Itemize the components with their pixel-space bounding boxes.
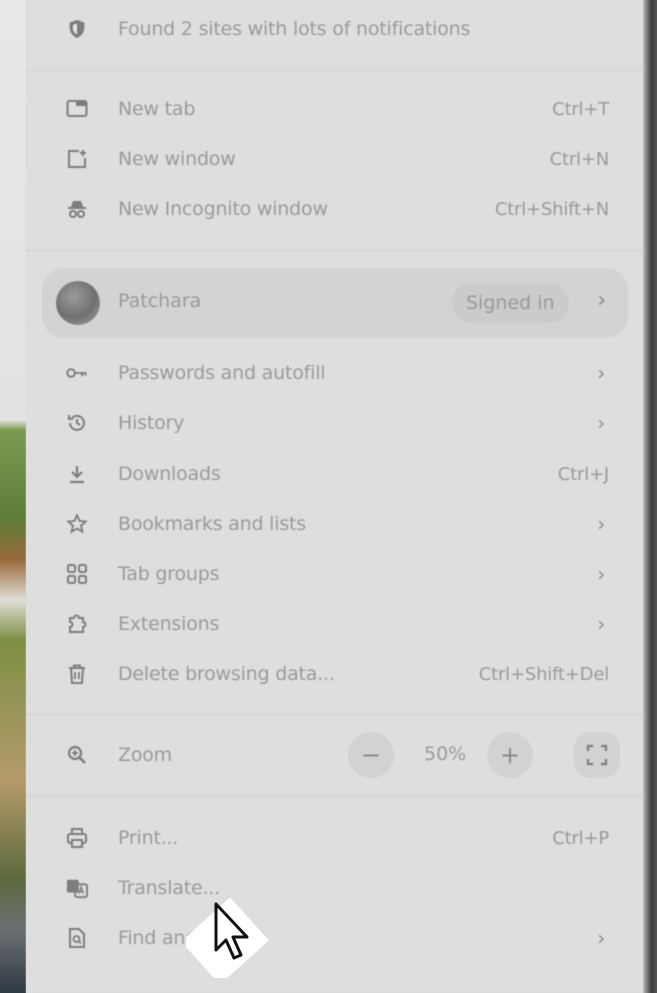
menu-item-passwords[interactable]: Passwords and autofill › [26,350,643,396]
chevron-right-icon: › [597,361,605,385]
chevron-right-icon: › [597,288,606,313]
menu-item-label: New tab [118,98,196,120]
key-icon [66,362,88,384]
chevron-right-icon: › [597,512,605,536]
menu-item-label: New Incognito window [118,198,328,220]
chevron-right-icon: › [597,411,605,435]
find-icon [66,927,88,949]
menu-item-translate[interactable]: Translate... [26,865,643,911]
divider [26,250,643,251]
profile-card[interactable]: Patchara Signed in › [42,268,628,338]
fullscreen-button[interactable] [574,732,620,778]
menu-item-label: Bookmarks and lists [118,513,306,535]
menu-item-label: Downloads [118,463,221,485]
incognito-icon [66,198,88,220]
background-scene [0,0,26,993]
avatar [56,281,100,325]
menu-item-label: Tab groups [118,563,220,585]
shortcut-text: Ctrl+Shift+Del [478,663,609,685]
shortcut-text: Ctrl+T [552,98,609,120]
star-icon [66,513,88,535]
menu-item-delete-browsing-data[interactable]: Delete browsing data... Ctrl+Shift+Del [26,651,643,697]
shortcut-text: Ctrl+J [557,463,609,485]
fullscreen-icon [586,744,608,766]
menu-item-extensions[interactable]: Extensions › [26,601,643,647]
menu-item-label: Passwords and autofill [118,362,326,384]
divider [26,714,643,715]
shortcut-text: Ctrl+Shift+N [494,198,609,220]
signed-in-badge[interactable]: Signed in [452,283,569,323]
new-window-icon [66,148,88,170]
menu-item-history[interactable]: History › [26,400,643,446]
translate-icon [66,877,88,899]
menu-item-new-incognito[interactable]: New Incognito window Ctrl+Shift+N [26,186,643,232]
menu-item-new-window[interactable]: New window Ctrl+N [26,136,643,182]
menu-item-downloads[interactable]: Downloads Ctrl+J [26,451,643,497]
zoom-out-button[interactable]: − [348,732,394,778]
history-icon [66,412,88,434]
menu-item-print[interactable]: Print... Ctrl+P [26,815,643,861]
menu-item-label: Print... [118,827,179,849]
notification-label: Found 2 sites with lots of notifications [118,18,471,40]
menu-item-find-and-edit[interactable]: Find and › [26,915,643,961]
zoom-row: Zoom [26,732,643,778]
trash-icon [66,663,88,685]
profile-name: Patchara [118,290,202,312]
mouse-cursor-icon [186,892,272,978]
chevron-right-icon: › [597,612,605,636]
menu-item-bookmarks[interactable]: Bookmarks and lists › [26,501,643,547]
zoom-icon [66,744,88,766]
zoom-in-button[interactable]: + [487,732,533,778]
zoom-value: 50% [424,743,467,765]
menu-item-tab-groups[interactable]: Tab groups › [26,551,643,597]
chrome-menu: Found 2 sites with lots of notifications… [26,0,643,993]
tab-groups-icon [66,563,88,585]
new-tab-icon [66,98,88,120]
chevron-right-icon: › [597,926,605,950]
menu-item-label: New window [118,148,236,170]
shortcut-text: Ctrl+N [549,148,610,170]
download-icon [66,463,88,485]
divider [26,70,643,71]
shortcut-text: Ctrl+P [552,827,609,849]
print-icon [66,827,88,849]
menu-item-label: History [118,412,185,434]
shield-icon [66,18,88,40]
divider [26,796,643,797]
menu-item-new-tab[interactable]: New tab Ctrl+T [26,86,643,132]
puzzle-icon [66,613,88,635]
menu-item-label: Extensions [118,613,220,635]
window-edge [643,0,657,993]
notification-item[interactable]: Found 2 sites with lots of notifications [26,6,643,52]
menu-item-label: Delete browsing data... [118,663,335,685]
zoom-label: Zoom [118,744,172,766]
chevron-right-icon: › [597,562,605,586]
